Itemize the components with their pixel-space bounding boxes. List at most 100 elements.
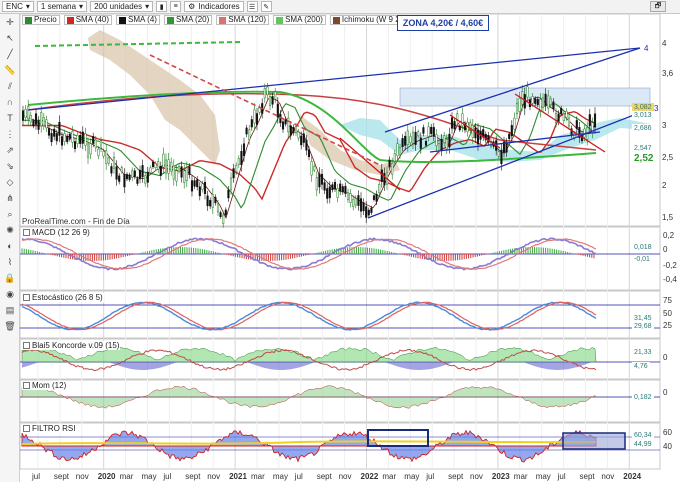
time-axis-label: 2021 xyxy=(229,472,247,481)
time-axis-label: sept xyxy=(448,472,464,481)
legend-item[interactable]: SMA (4) xyxy=(116,15,160,25)
panel-checkbox[interactable] xyxy=(23,229,30,236)
candle-body xyxy=(437,143,441,152)
stoch-axis-label: 25 xyxy=(663,321,672,330)
legend-item[interactable]: SMA (200) xyxy=(273,15,326,25)
time-axis-label: 2022 xyxy=(360,472,379,481)
candle-body xyxy=(123,174,126,188)
candle-body xyxy=(253,109,256,124)
candle-body xyxy=(50,133,53,143)
candle-body xyxy=(112,156,116,169)
candle-body xyxy=(222,214,225,224)
legend-label: SMA (40) xyxy=(75,15,110,24)
zone-annotation[interactable]: ZONA 4,20€ / 4,60€ xyxy=(397,15,489,31)
candle-body xyxy=(510,125,513,137)
legend-item[interactable]: Precio xyxy=(22,15,60,25)
time-axis-label: nov xyxy=(75,472,89,481)
candle-body xyxy=(567,117,571,127)
candle-body xyxy=(266,86,269,96)
candle-body xyxy=(24,108,27,118)
candle-body xyxy=(107,157,110,164)
candle-body xyxy=(118,175,121,182)
stoch-title[interactable]: Estocástico (26 8 5) xyxy=(22,293,104,302)
time-axis-label: jul xyxy=(32,472,41,481)
candle-body xyxy=(190,180,194,192)
candle-body xyxy=(565,111,568,118)
candle-body xyxy=(128,174,131,180)
candle-body xyxy=(497,151,500,157)
candle-body xyxy=(274,91,277,100)
candle-body xyxy=(557,113,560,122)
candle-body xyxy=(55,133,58,142)
candle-body xyxy=(396,143,399,156)
candle-body xyxy=(89,143,92,155)
candle-body xyxy=(146,171,149,183)
panel-checkbox[interactable] xyxy=(23,425,30,432)
time-axis-label: may xyxy=(141,472,157,481)
legend-item[interactable]: SMA (20) xyxy=(163,15,213,25)
candle-body xyxy=(505,142,508,153)
candle-body xyxy=(435,134,438,146)
candle-body xyxy=(476,129,480,145)
koncorde-blue-area xyxy=(22,362,596,370)
candle-body xyxy=(157,161,160,170)
legend-swatch xyxy=(119,16,127,24)
price-axis-label: 1,5 xyxy=(662,213,674,222)
time-axis-label: sept xyxy=(579,472,595,481)
candle-body xyxy=(177,166,181,172)
candle-body xyxy=(167,159,170,174)
panel-checkbox[interactable] xyxy=(23,294,30,301)
price-axis-label: 2,5 xyxy=(662,153,674,162)
candle-body xyxy=(32,120,35,127)
candle-body xyxy=(445,138,448,150)
candle-body xyxy=(42,117,45,127)
candle-body xyxy=(370,207,373,213)
candle-body xyxy=(71,131,74,143)
legend-item[interactable]: SMA (40) xyxy=(63,15,113,25)
legend-swatch xyxy=(25,16,32,24)
candle-body xyxy=(73,141,77,149)
candle-body xyxy=(105,150,108,164)
candle-body xyxy=(375,193,378,202)
candle-body xyxy=(359,198,363,212)
rsi-highlight-2022[interactable] xyxy=(367,429,429,447)
candle-body xyxy=(125,174,129,180)
rsi-value-tag: 60,34 xyxy=(632,431,654,440)
chart-canvas[interactable] xyxy=(0,0,680,482)
candle-body xyxy=(508,133,511,139)
candle-body xyxy=(297,131,300,139)
rsi-highlight-2023[interactable] xyxy=(562,432,626,450)
candle-body xyxy=(471,124,474,138)
panel-checkbox[interactable] xyxy=(23,382,30,389)
candle-body xyxy=(331,184,334,191)
candle-body xyxy=(526,86,529,98)
macd-title[interactable]: MACD (12 26 9) xyxy=(22,228,91,237)
candle-body xyxy=(300,135,303,146)
candle-body xyxy=(365,206,368,218)
time-axis-label: mar xyxy=(513,472,528,481)
legend-label: SMA (200) xyxy=(285,15,323,24)
candle-body xyxy=(37,120,40,130)
mom-title[interactable]: Mom (12) xyxy=(22,381,68,390)
panel-checkbox[interactable] xyxy=(23,342,30,349)
rsi-area xyxy=(21,429,597,463)
candle-body xyxy=(229,177,233,190)
candle-body xyxy=(255,113,259,125)
candle-body xyxy=(94,139,97,149)
legend-item[interactable]: SMA (120) xyxy=(216,15,270,25)
blai5-title[interactable]: Blai5 Koncorde v.09 (15) xyxy=(22,341,121,350)
candle-body xyxy=(315,177,318,191)
candle-body xyxy=(86,143,90,158)
candle-body xyxy=(214,196,217,204)
sma200-dashed xyxy=(34,41,241,47)
macd-axis-label: -0,4 xyxy=(663,275,677,284)
candle-body xyxy=(391,162,394,175)
candle-body xyxy=(443,135,446,144)
candle-body xyxy=(414,131,417,145)
candle-body xyxy=(196,179,199,188)
rsi-title[interactable]: FILTRO RSI xyxy=(22,424,77,433)
candle-body xyxy=(76,134,79,144)
candle-body xyxy=(193,180,196,187)
time-axis-label: jul xyxy=(163,472,172,481)
candle-body xyxy=(383,173,386,186)
